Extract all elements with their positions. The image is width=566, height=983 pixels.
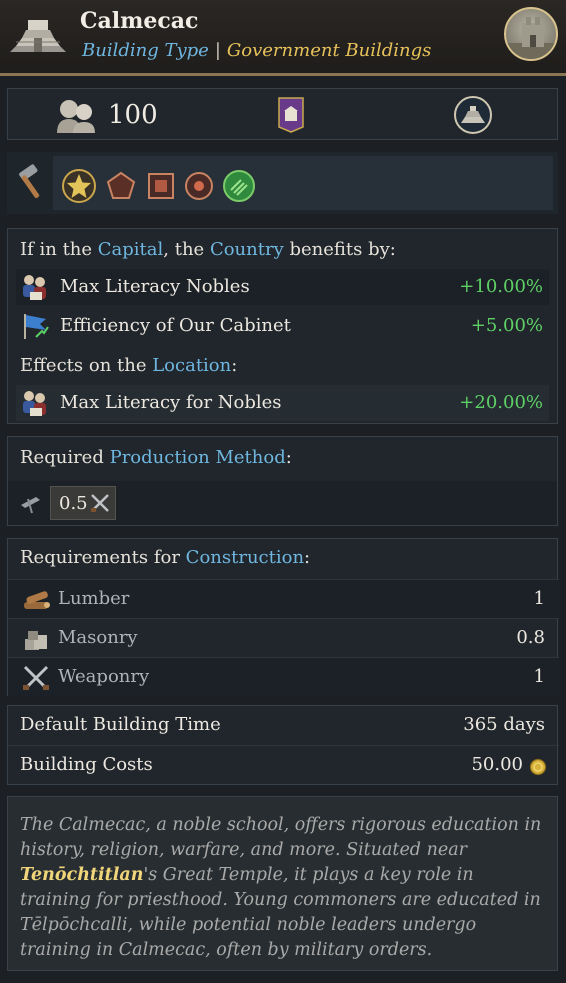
building-category-link[interactable]: Government Buildings: [227, 40, 431, 61]
building-time-label: Default Building Time: [20, 714, 221, 735]
construction-heading: Requirements for Construction:: [20, 547, 311, 568]
effect-row[interactable]: Max Literacy Nobles +10.00%: [16, 269, 549, 305]
requirement-label: Weaponry: [58, 666, 150, 687]
production-method-link[interactable]: Production Method: [110, 447, 286, 468]
effect-value: +5.00%: [470, 315, 543, 336]
weaponry-icon: [91, 494, 109, 512]
population-value: 100: [108, 100, 158, 130]
effects-panel: If in the Capital, the Country benefits …: [7, 228, 558, 424]
location-portrait-icon[interactable]: [504, 7, 558, 61]
production-method-row: 0.5: [8, 481, 557, 525]
masonry-icon: [25, 631, 47, 650]
construction-link[interactable]: Construction: [186, 547, 304, 568]
effect-row[interactable]: Max Literacy for Nobles +20.00%: [16, 385, 549, 421]
production-panel: Required Production Method: 0.5: [7, 436, 558, 526]
subtitle-separator: |: [214, 40, 221, 61]
country-effects-heading: If in the Capital, the Country benefits …: [20, 239, 396, 260]
effect-value: +10.00%: [459, 276, 543, 297]
building-type-link[interactable]: Building Type: [82, 40, 209, 61]
location-link[interactable]: Location: [152, 355, 231, 376]
effect-label: Efficiency of Our Cabinet: [60, 315, 291, 336]
cabinet-flag-icon: [24, 314, 49, 339]
building-cost-row: Building Costs 50.00: [8, 745, 559, 784]
tenochtitlan-link[interactable]: Tenōchtitlan: [20, 865, 143, 885]
production-heading: Required Production Method:: [20, 447, 292, 468]
nobles-icon: [23, 391, 46, 416]
pyramid-building-icon[interactable]: [453, 95, 493, 135]
lumber-icon: [24, 591, 50, 609]
modifier-strip: [53, 156, 553, 210]
effect-label: Max Literacy Nobles: [60, 276, 250, 297]
government-banner-icon[interactable]: [278, 97, 304, 133]
requirement-row[interactable]: Lumber 1: [8, 579, 559, 618]
weaponry-icon: [23, 665, 49, 691]
pentagon-icon[interactable]: [103, 168, 139, 204]
requirement-label: Masonry: [58, 627, 138, 648]
modifier-row: [7, 152, 558, 214]
requirement-row[interactable]: Masonry 0.8: [8, 618, 559, 657]
gold-coin-icon: [529, 758, 547, 776]
building-info-panel: Default Building Time 365 days Building …: [7, 705, 559, 785]
population-icon[interactable]: [54, 97, 98, 133]
effect-label: Max Literacy for Nobles: [60, 392, 282, 413]
stat-row: 100: [7, 88, 558, 140]
hammer-icon[interactable]: [15, 164, 49, 200]
effect-value: +20.00%: [459, 392, 543, 413]
calmecac-building-icon: [10, 20, 66, 52]
nobles-icon: [23, 275, 46, 300]
building-cost-value: 50.00: [471, 754, 523, 775]
building-time-value: 365 days: [463, 714, 545, 735]
requirement-value: 0.8: [516, 627, 545, 648]
country-link[interactable]: Country: [210, 239, 284, 260]
method-value: 0.5: [59, 493, 88, 514]
construction-panel: Requirements for Construction: Lumber 1 …: [7, 538, 559, 696]
location-effects-heading: Effects on the Location:: [20, 355, 238, 376]
effect-row[interactable]: Efficiency of Our Cabinet +5.00%: [16, 308, 549, 344]
tooltip-header: Calmecac Building Type | Government Buildi…: [0, 0, 566, 76]
building-description: The Calmecac, a noble school, offers rig…: [7, 796, 558, 971]
green-token-icon[interactable]: [221, 168, 257, 204]
tools-icon[interactable]: [18, 491, 44, 515]
star-icon[interactable]: [61, 168, 97, 204]
production-method-slot[interactable]: 0.5: [50, 486, 116, 520]
building-cost-label: Building Costs: [20, 754, 153, 775]
requirement-value: 1: [533, 666, 545, 687]
requirement-value: 1: [533, 588, 545, 609]
requirement-row[interactable]: Weaponry 1: [8, 657, 559, 696]
building-subtitle: Building Type | Government Buildings: [82, 40, 431, 61]
circle-target-icon[interactable]: [181, 168, 217, 204]
square-icon[interactable]: [143, 168, 179, 204]
capital-link[interactable]: Capital: [98, 239, 164, 260]
building-time-row: Default Building Time 365 days: [8, 706, 559, 745]
building-title: Calmecac: [80, 8, 199, 34]
requirement-label: Lumber: [58, 588, 130, 609]
